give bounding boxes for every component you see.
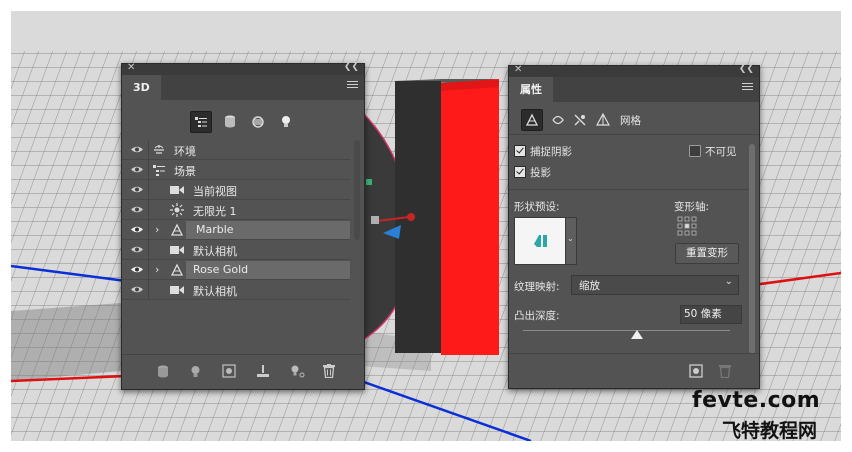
layer-label: 无限光 1 <box>193 205 237 218</box>
layer-label: 环境 <box>174 145 196 158</box>
eye-icon[interactable] <box>130 225 144 234</box>
watermark-line2: 飞特教程网 <box>722 420 818 442</box>
eye-icon[interactable] <box>130 185 144 194</box>
scene-icon <box>153 165 165 176</box>
chevron-down-icon: ⌄ <box>567 234 574 243</box>
layer-row-default-camera-2[interactable]: 默认相机 <box>122 280 350 300</box>
collapse-icon[interactable]: ❮❮ <box>739 64 754 74</box>
eye-icon[interactable] <box>130 205 144 214</box>
texture-mapping-select[interactable]: 缩放 ⌄ <box>571 275 739 295</box>
extrusion-depth-slider-track[interactable] <box>523 330 730 331</box>
layer-row-default-camera[interactable]: 默认相机 <box>122 240 350 260</box>
chevron-down-icon: ⌄ <box>724 276 733 287</box>
layer-row-infinite-light[interactable]: 无限光 1 <box>122 200 350 220</box>
collapse-icon[interactable]: ❮❮ <box>344 62 359 72</box>
reset-deform-button[interactable]: 重置变形 <box>675 243 739 264</box>
render-icon[interactable] <box>157 365 169 378</box>
texture-mapping-value: 缩放 <box>579 280 600 292</box>
catch-shadows-checkbox[interactable] <box>514 145 526 157</box>
watermark-line1: fevte.com <box>692 388 821 413</box>
layer-label: Rose Gold <box>193 263 249 276</box>
infinite-light-icon <box>170 203 184 217</box>
layer-row-current-view[interactable]: 当前视图 <box>122 180 350 200</box>
layer-label: 默认相机 <box>193 245 237 258</box>
layer-row-scene[interactable]: 场景 <box>122 160 350 180</box>
catch-shadows-label: 捕捉阴影 <box>530 146 572 158</box>
eye-icon[interactable] <box>130 245 144 254</box>
add-object-icon[interactable] <box>222 364 236 378</box>
environment-icon <box>154 145 164 154</box>
camera-icon <box>170 246 184 254</box>
section-divider <box>509 189 749 190</box>
panel-menu-icon[interactable] <box>742 83 753 93</box>
coordinates-tab-icon[interactable] <box>596 113 610 127</box>
close-icon[interactable]: ✕ <box>514 64 522 75</box>
properties-panel: ✕ ❮❮ 属性 网格 捕捉阴影 不可见 投影 形状预设: 变形轴: ⌄ 重置变形… <box>508 64 760 389</box>
layer-label: 场景 <box>174 165 196 178</box>
layer-label: Marble <box>196 223 234 236</box>
panel-menu-icon[interactable] <box>347 81 358 91</box>
camera-icon <box>170 186 184 194</box>
invisible-checkbox[interactable] <box>689 145 701 157</box>
deform-tab-icon[interactable] <box>551 113 565 127</box>
deform-axis-label: 变形轴: <box>674 201 710 213</box>
texture-mapping-label: 纹理映射: <box>514 281 560 293</box>
delete-icon[interactable] <box>323 364 335 378</box>
properties-scrollbar[interactable] <box>749 144 755 354</box>
materials-filter-icon[interactable] <box>248 111 268 131</box>
panel-footer <box>509 353 759 388</box>
3d-panel: ✕ ❮❮ 3D 环境 场景 当前视图 无限光 1 › Marble 默认相机 ›… <box>121 62 365 390</box>
shape-preset-dropdown[interactable]: ⌄ <box>565 217 577 265</box>
invisible-label: 不可见 <box>705 146 737 158</box>
chevron-right-icon[interactable]: › <box>155 223 159 236</box>
panel-topbar: ✕ ❮❮ <box>122 62 364 75</box>
new-light-icon[interactable] <box>289 364 305 378</box>
layer-list: 环境 场景 当前视图 无限光 1 › Marble 默认相机 › Rose Go… <box>122 140 364 300</box>
panel-topbar: ✕ ❮❮ <box>509 64 759 77</box>
lights-filter-icon[interactable] <box>276 111 296 131</box>
eye-icon[interactable] <box>130 265 144 274</box>
shape-preset-icon <box>534 235 547 247</box>
mesh-icon <box>170 263 184 276</box>
panel-tab-row: 属性 <box>509 77 759 102</box>
tab-3d[interactable]: 3D <box>122 75 161 100</box>
whole-scene-filter-icon[interactable] <box>190 111 212 133</box>
delete-icon[interactable] <box>719 364 731 378</box>
tab-properties[interactable]: 属性 <box>509 77 553 102</box>
screenshot-frame: ✕ ❮❮ 3D 环境 场景 当前视图 无限光 1 › Marble 默认相机 ›… <box>0 0 852 452</box>
properties-mode-row: 网格 <box>509 104 759 135</box>
eye-icon[interactable] <box>130 285 144 294</box>
light-bulb-icon[interactable] <box>190 365 201 378</box>
meshes-filter-icon[interactable] <box>220 111 240 131</box>
mesh-icon <box>170 223 184 236</box>
shape-preset-label: 形状预设: <box>514 201 560 213</box>
extrusion-red-face <box>441 83 499 355</box>
cast-shadows-label: 投影 <box>530 167 551 179</box>
ground-icon[interactable] <box>256 364 270 378</box>
layer-row-marble[interactable]: › Marble <box>122 220 350 240</box>
chevron-right-icon[interactable]: › <box>155 263 159 276</box>
eye-icon[interactable] <box>130 145 144 154</box>
cap-tab-icon[interactable] <box>573 113 587 127</box>
render-icon[interactable] <box>689 364 703 378</box>
extrusion-depth-input[interactable]: 50 像素 <box>680 305 742 324</box>
filter-icon-row <box>190 111 310 133</box>
cast-shadows-checkbox[interactable] <box>514 166 526 178</box>
layer-row-environment[interactable]: 环境 <box>122 140 350 160</box>
extrusion-depth-label: 凸出深度: <box>514 310 560 322</box>
deform-axis-grid-icon[interactable] <box>677 216 697 236</box>
shape-preset-thumbnail[interactable] <box>514 217 566 265</box>
camera-icon <box>170 286 184 294</box>
close-icon[interactable]: ✕ <box>127 62 135 73</box>
mesh-tab-label[interactable]: 网格 <box>620 113 641 128</box>
panel-footer <box>122 354 364 389</box>
mesh-tab-icon[interactable] <box>521 109 543 131</box>
panel-tab-row: 3D <box>122 75 364 100</box>
layer-scrollbar[interactable] <box>354 140 360 240</box>
layer-row-rose-gold[interactable]: › Rose Gold <box>122 260 350 280</box>
layer-label: 默认相机 <box>193 285 237 298</box>
layer-label: 当前视图 <box>193 185 237 198</box>
extrusion-depth-slider-thumb[interactable] <box>630 330 643 339</box>
eye-icon[interactable] <box>130 165 144 174</box>
